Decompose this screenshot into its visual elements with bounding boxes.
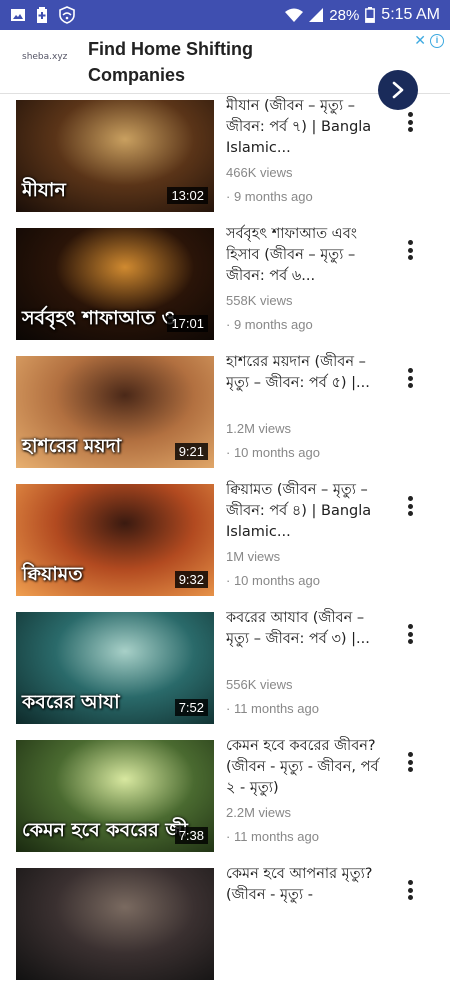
view-count: 1M views [226,549,281,564]
more-options-icon[interactable] [400,492,420,520]
video-title[interactable]: কেমন হবে কবরের জীবন? (জীবন - মৃত্যু - জী… [226,736,384,799]
video-thumbnail[interactable] [16,868,214,980]
video-meta[interactable]: কেমন হবে কবরের জীবন? (জীবন - মৃত্যু - জী… [226,736,384,846]
thumbnail-caption: মীযান [22,179,66,201]
video-list-item[interactable]: হাশরের ময়দা 9:21 হাশরের ময়দান (জীবন – … [0,352,450,480]
ad-title[interactable]: Find Home Shifting Companies [88,36,328,88]
thumbnail-caption: ক্বিয়ামত [22,563,83,585]
more-options-icon[interactable] [400,108,420,136]
video-list[interactable]: মীযান 13:02 মীযান (জীবন – মৃত্যু – জীবন:… [0,96,450,992]
video-list-item[interactable]: কবরের আযা 7:52 কবরের আযাব (জীবন – মৃত্যু… [0,608,450,736]
video-list-item[interactable]: কেমন হবে কবরের জী 7:38 কেমন হবে কবরের জী… [0,736,450,864]
video-meta[interactable]: ক্বিয়ামত (জীবন – মৃত্যু – জীবন: পর্ব ৪)… [226,480,384,590]
view-count: 556K views [226,677,293,692]
video-list-item[interactable]: কেমন হবে আপনার মৃত্যু? (জীবন - মৃত্যু - [0,864,450,992]
more-options-icon[interactable] [400,620,420,648]
adchoices-icon[interactable]: i [430,34,444,48]
thumbnail-caption: কেমন হবে কবরের জী [22,819,188,841]
duration-badge: 17:01 [167,315,208,332]
video-title[interactable]: মীযান (জীবন – মৃত্যু – জীবন: পর্ব ৭) | B… [226,96,384,159]
upload-age: · 9 months ago [226,189,313,204]
video-title[interactable]: সর্ববৃহৎ শাফাআত এবং হিসাব (জীবন – মৃত্যু… [226,224,384,287]
duration-badge: 9:32 [174,571,208,588]
video-title[interactable]: কবরের আযাব (জীবন – মৃত্যু – জীবন: পর্ব ৩… [226,608,384,671]
video-title[interactable]: ক্বিয়ামত (জীবন – মৃত্যু – জীবন: পর্ব ৪)… [226,480,384,543]
video-thumbnail[interactable]: কবরের আযা 7:52 [16,612,214,724]
upload-age: · 10 months ago [226,573,320,588]
video-list-item[interactable]: সর্ববৃহৎ শাফাআত ও 17:01 সর্ববৃহৎ শাফাআত … [0,224,450,352]
view-count: 1.2M views [226,421,292,436]
video-meta[interactable]: কেমন হবে আপনার মৃত্যু? (জীবন - মৃত্যু - [226,864,384,927]
view-count: 466K views [226,165,293,180]
upload-age: · 10 months ago [226,445,320,460]
video-thumbnail[interactable]: ক্বিয়ামত 9:32 [16,484,214,596]
video-list-item[interactable]: মীযান 13:02 মীযান (জীবন – মৃত্যু – জীবন:… [0,96,450,224]
battery-percent: 28% [329,6,360,24]
ad-banner[interactable]: sheba.xyz Find Home Shifting Companies i… [0,30,450,110]
video-list-item[interactable]: ক্বিয়ামত 9:32 ক্বিয়ামত (জীবন – মৃত্যু … [0,480,450,608]
video-thumbnail[interactable]: সর্ববৃহৎ শাফাআত ও 17:01 [16,228,214,340]
video-meta[interactable]: সর্ববৃহৎ শাফাআত এবং হিসাব (জীবন – মৃত্যু… [226,224,384,334]
video-title[interactable]: হাশরের ময়দান (জীবন – মৃত্যু – জীবন: পর্… [226,352,384,415]
more-options-icon[interactable] [400,364,420,392]
view-count: 2.2M views [226,805,292,820]
more-options-icon[interactable] [400,236,420,264]
more-options-icon[interactable] [400,748,420,776]
battery-icon [365,7,376,23]
video-thumbnail[interactable]: কেমন হবে কবরের জী 7:38 [16,740,214,852]
thumbnail-caption: সর্ববৃহৎ শাফাআত ও [22,307,176,329]
clock: 5:15 AM [381,6,440,23]
video-thumbnail[interactable]: হাশরের ময়দা 9:21 [16,356,214,468]
view-count: 558K views [226,293,293,308]
duration-badge: 13:02 [167,187,208,204]
battery-saver-icon [37,7,47,23]
shield-wifi-icon [59,6,75,24]
duration-badge: 9:21 [174,443,208,460]
thumbnail-caption: হাশরের ময়দা [22,435,122,457]
upload-age: · 9 months ago [226,317,313,332]
video-thumbnail[interactable]: মীযান 13:02 [16,100,214,212]
upload-age: · 11 months ago [226,829,319,844]
close-icon[interactable]: ✕ [414,32,426,49]
thumbnail-image [16,868,214,980]
gallery-icon [11,9,25,21]
duration-badge: 7:52 [174,699,208,716]
signal-icon [309,8,324,22]
wifi-icon [285,8,304,22]
ad-brand-logo: sheba.xyz [22,52,68,62]
duration-badge: 7:38 [174,827,208,844]
upload-age: · 11 months ago [226,701,319,716]
video-meta[interactable]: হাশরের ময়দান (জীবন – মৃত্যু – জীবন: পর্… [226,352,384,462]
thumbnail-caption: কবরের আযা [22,691,120,713]
video-meta[interactable]: কবরের আযাব (জীবন – মৃত্যু – জীবন: পর্ব ৩… [226,608,384,718]
video-meta[interactable]: মীযান (জীবন – মৃত্যু – জীবন: পর্ব ৭) | B… [226,96,384,206]
video-title[interactable]: কেমন হবে আপনার মৃত্যু? (জীবন - মৃত্যু - [226,864,384,927]
status-bar: 28% 5:15 AM [0,0,450,30]
